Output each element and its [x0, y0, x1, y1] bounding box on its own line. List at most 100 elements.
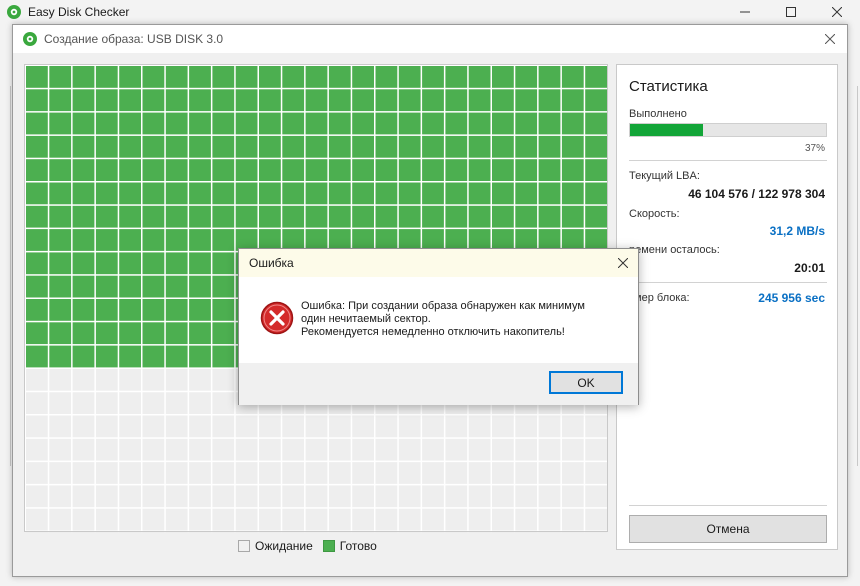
dialog-title: Создание образа: USB DISK 3.0	[44, 32, 224, 46]
sector-cell-waiting	[95, 532, 118, 533]
dialog-close-button[interactable]	[813, 25, 847, 53]
sector-cell-waiting	[445, 485, 468, 508]
sector-cell-done	[492, 135, 514, 158]
sector-cell-done	[259, 205, 281, 228]
minimize-button[interactable]	[722, 0, 768, 24]
sector-cell-done	[492, 205, 514, 228]
sector-cell-waiting	[212, 368, 235, 391]
sector-cell-done	[119, 112, 141, 135]
sector-cell-done	[328, 205, 351, 228]
sector-cell-done	[165, 205, 188, 228]
sector-cell-waiting	[189, 485, 211, 508]
sector-cell-done	[585, 205, 607, 228]
minimize-icon	[740, 11, 750, 13]
legend-waiting-label: Ожидание	[255, 539, 313, 553]
sector-cell-done	[515, 159, 538, 181]
sector-cell-waiting	[26, 368, 48, 391]
error-dialog: Ошибка Ошибка: При создании образа обнар…	[238, 248, 639, 405]
sector-cell-waiting	[142, 508, 165, 531]
sector-cell-done	[375, 66, 398, 88]
ok-button[interactable]: OK	[549, 371, 623, 394]
sector-cell-waiting	[468, 462, 491, 484]
error-message-line: один нечитаемый сектор.	[301, 313, 431, 325]
sector-cell-waiting	[375, 438, 398, 461]
sector-cell-done	[142, 159, 165, 181]
sector-cell-waiting	[515, 438, 538, 461]
sector-cell-done	[26, 299, 48, 321]
sector-cell-waiting	[72, 532, 95, 533]
sector-cell-waiting	[538, 485, 561, 508]
sector-cell-waiting	[445, 415, 468, 438]
sector-cell-waiting	[328, 415, 351, 438]
sector-cell-waiting	[492, 532, 514, 533]
sector-cell-done	[72, 66, 95, 88]
sector-cell-done	[305, 112, 328, 135]
close-app-button[interactable]	[814, 0, 860, 24]
sector-cell-waiting	[235, 462, 258, 484]
sector-cell-done	[235, 89, 258, 112]
sector-cell-done	[189, 299, 211, 321]
sector-cell-waiting	[72, 462, 95, 484]
sector-cell-done	[422, 89, 444, 112]
sector-cell-done	[468, 135, 491, 158]
sector-cell-done	[26, 322, 48, 345]
maximize-button[interactable]	[768, 0, 814, 24]
sector-cell-done	[72, 345, 95, 368]
sector-cell-done	[212, 345, 235, 368]
sector-cell-done	[212, 252, 235, 275]
sector-cell-done	[95, 345, 118, 368]
sector-cell-done	[468, 205, 491, 228]
sector-cell-done	[515, 182, 538, 205]
sector-cell-waiting	[398, 462, 421, 484]
error-dialog-close-button[interactable]	[608, 249, 638, 277]
sector-cell-done	[72, 229, 95, 251]
sector-cell-done	[49, 182, 72, 205]
stats-title: Статистика	[629, 78, 708, 95]
sector-cell-waiting	[328, 485, 351, 508]
cancel-button[interactable]: Отмена	[629, 515, 827, 543]
sector-cell-done	[538, 135, 561, 158]
sector-cell-waiting	[585, 462, 607, 484]
sector-cell-done	[95, 275, 118, 298]
sector-cell-waiting	[422, 508, 444, 531]
sector-cell-waiting	[235, 438, 258, 461]
sector-cell-done	[95, 89, 118, 112]
sector-cell-done	[49, 66, 72, 88]
sector-cell-waiting	[305, 438, 328, 461]
sector-cell-done	[26, 159, 48, 181]
sector-cell-waiting	[515, 485, 538, 508]
sector-cell-waiting	[561, 508, 584, 531]
sector-cell-done	[561, 159, 584, 181]
lba-value: 46 104 576 / 122 978 304	[688, 187, 825, 201]
block-size-value: 245 956 sec	[758, 291, 825, 305]
sector-cell-waiting	[49, 392, 72, 414]
sector-cell-done	[49, 322, 72, 345]
sector-cell-waiting	[422, 462, 444, 484]
remaining-label: ремени осталось:	[629, 244, 720, 256]
app-window-edge	[10, 86, 11, 466]
error-dialog-title: Ошибка	[249, 256, 294, 270]
sector-cell-done	[328, 89, 351, 112]
sector-cell-done	[142, 182, 165, 205]
sector-cell-done	[189, 159, 211, 181]
sector-cell-done	[142, 135, 165, 158]
sector-cell-done	[72, 299, 95, 321]
sector-cell-done	[398, 182, 421, 205]
sector-cell-waiting	[26, 508, 48, 531]
legend-done-label: Готово	[339, 539, 377, 553]
sector-cell-done	[585, 112, 607, 135]
sector-cell-done	[561, 205, 584, 228]
sector-cell-done	[305, 182, 328, 205]
sector-cell-waiting	[95, 508, 118, 531]
sector-cell-done	[119, 89, 141, 112]
disk-logo-icon	[7, 5, 21, 19]
sector-cell-waiting	[352, 438, 374, 461]
close-icon	[825, 34, 835, 44]
sector-cell-done	[445, 89, 468, 112]
sector-cell-done	[142, 345, 165, 368]
sector-cell-done	[49, 252, 72, 275]
sector-cell-done	[26, 112, 48, 135]
sector-cell-done	[212, 182, 235, 205]
sector-cell-waiting	[95, 392, 118, 414]
sector-cell-done	[398, 205, 421, 228]
